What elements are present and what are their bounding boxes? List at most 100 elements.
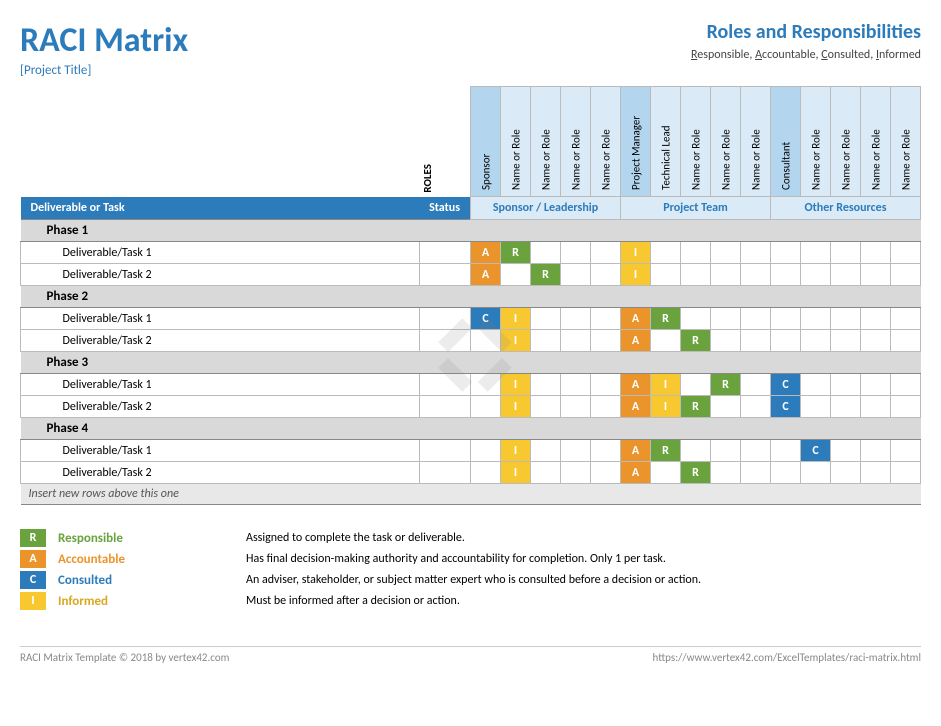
raci-cell [651,462,681,484]
raci-cell: I [651,374,681,396]
raci-cell [831,374,861,396]
raci-cell [891,374,921,396]
roles-subheading: Responsible, Accountable, Consulted, Inf… [691,48,921,62]
raci-cell [771,264,801,286]
raci-cell [741,440,771,462]
raci-cell [591,440,621,462]
raci-cell [561,440,591,462]
footer-left: RACI Matrix Template © 2018 by vertex42.… [20,651,229,664]
raci-cell [891,264,921,286]
legend: R Responsible Assigned to complete the t… [20,529,921,610]
raci-cell [531,396,561,418]
raci-cell [681,374,711,396]
task-row: Deliverable/Task 2ARI [21,264,921,286]
role-group-header: Sponsor / Leadership [471,197,621,220]
raci-cell [471,396,501,418]
raci-cell [861,396,891,418]
role-header: Name or Role [741,87,771,197]
raci-cell [681,242,711,264]
raci-cell: C [801,440,831,462]
legend-label: Responsible [46,531,246,546]
raci-cell: I [501,440,531,462]
raci-cell [591,462,621,484]
raci-cell [591,264,621,286]
task-row: Deliverable/Task 2IAR [21,330,921,352]
raci-cell [711,330,741,352]
raci-cell [771,308,801,330]
raci-cell: R [651,440,681,462]
raci-cell [741,462,771,484]
raci-cell [561,374,591,396]
raci-cell: I [501,330,531,352]
role-header: Name or Role [711,87,741,197]
raci-cell [711,308,741,330]
raci-cell [471,330,501,352]
legend-box: C [20,571,46,589]
raci-cell: R [681,330,711,352]
phase-label: Phase 3 [39,352,921,374]
task-name: Deliverable/Task 1 [57,308,420,330]
raci-cell [711,264,741,286]
raci-cell [561,462,591,484]
raci-cell [681,264,711,286]
raci-cell [591,374,621,396]
role-header: Name or Role [561,87,591,197]
task-name: Deliverable/Task 2 [57,462,420,484]
raci-cell [831,462,861,484]
raci-cell [831,242,861,264]
legend-desc: Must be informed after a decision or act… [246,594,460,608]
raci-cell [681,440,711,462]
task-status [419,462,470,484]
footer-right: https://www.vertex42.com/ExcelTemplates/… [653,651,921,664]
task-name: Deliverable/Task 2 [57,264,420,286]
raci-cell [471,462,501,484]
role-header: Name or Role [891,87,921,197]
raci-cell [741,242,771,264]
raci-cell [801,264,831,286]
role-header: Name or Role [801,87,831,197]
raci-cell [651,242,681,264]
raci-cell: A [621,440,651,462]
raci-cell [561,396,591,418]
role-header: Name or Role [501,87,531,197]
task-row: Deliverable/Task 2IAIRC [21,396,921,418]
legend-label: Informed [46,594,246,609]
project-subtitle: [Project Title] [20,63,188,78]
legend-desc: An adviser, stakeholder, or subject matt… [246,573,701,587]
raci-cell: R [681,462,711,484]
raci-cell [561,264,591,286]
task-row: Deliverable/Task 1IARC [21,440,921,462]
raci-cell [771,330,801,352]
raci-cell [531,242,561,264]
raci-cell: A [471,264,501,286]
raci-cell [831,440,861,462]
raci-cell [861,242,891,264]
raci-cell [831,330,861,352]
raci-cell [861,374,891,396]
raci-cell: R [711,374,741,396]
phase-label: Phase 1 [39,220,921,242]
raci-cell [531,308,561,330]
legend-box: I [20,592,46,610]
role-header: Name or Role [831,87,861,197]
raci-cell [861,440,891,462]
raci-cell [741,396,771,418]
task-row: Deliverable/Task 1ARI [21,242,921,264]
role-header: Technical Lead [651,87,681,197]
task-name: Deliverable/Task 2 [57,396,420,418]
raci-cell [801,308,831,330]
legend-label: Consulted [46,573,246,588]
raci-cell [891,330,921,352]
role-header: Sponsor [471,87,501,197]
raci-cell: C [771,396,801,418]
raci-cell [861,264,891,286]
task-status [419,308,470,330]
raci-cell [561,330,591,352]
raci-cell: A [621,462,651,484]
raci-cell [711,242,741,264]
raci-cell: C [771,374,801,396]
raci-cell [531,374,561,396]
task-status [419,264,470,286]
raci-cell [861,330,891,352]
raci-cell [741,330,771,352]
